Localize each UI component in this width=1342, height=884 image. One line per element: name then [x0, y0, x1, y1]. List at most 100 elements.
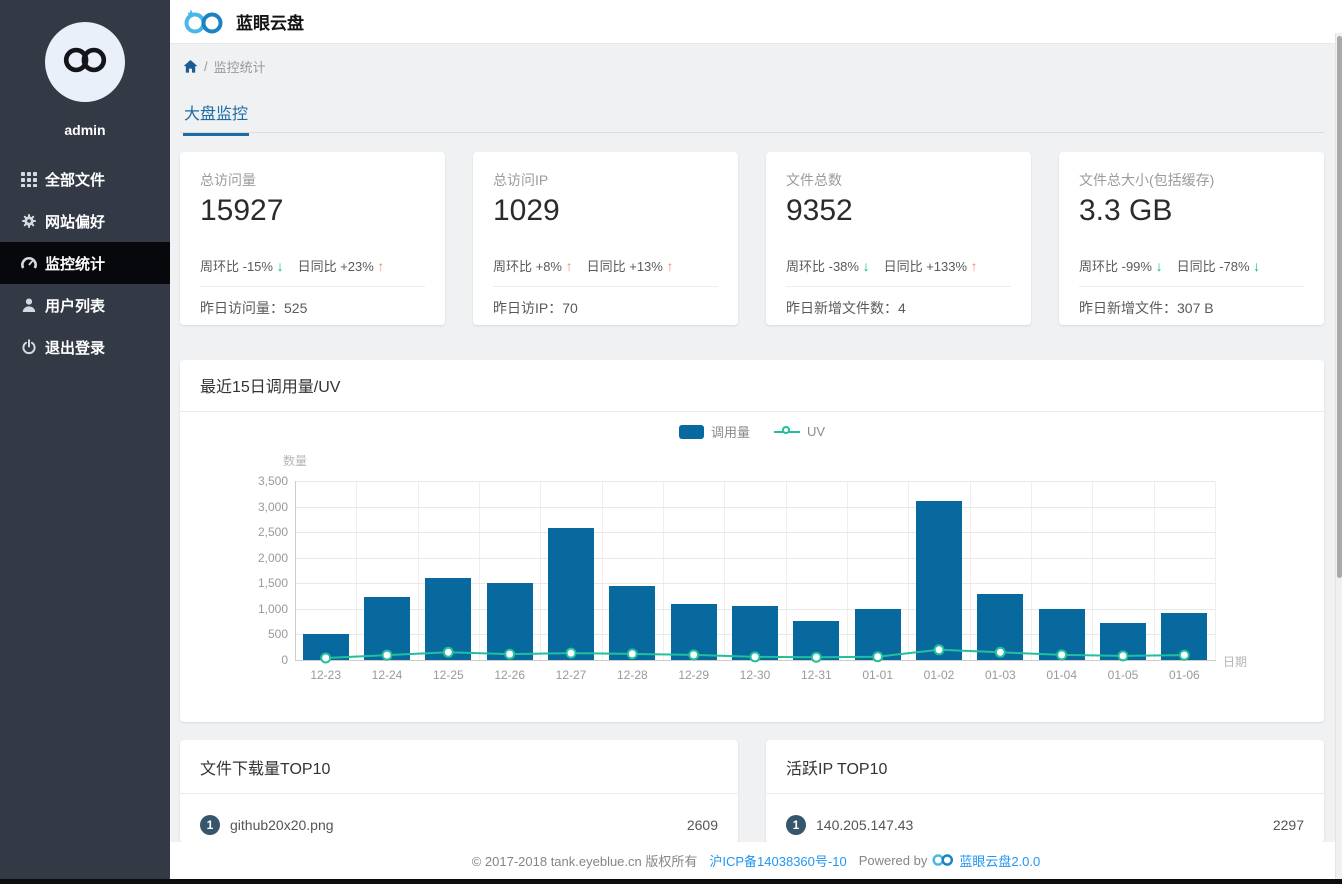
x-tick-label: 12-26 — [494, 668, 526, 682]
stat-card-title: 总访问量 — [200, 172, 256, 188]
window-bottom-edge — [0, 879, 1342, 884]
sidebar-item-monitor-stats[interactable]: 监控统计 — [0, 242, 170, 284]
chart-card: 最近15日调用量/UV 调用量 UV 0 500 1,000 1,500 2,000 2,5… — [180, 360, 1324, 722]
stat-card-value: 3.3 GB — [1079, 194, 1173, 227]
stat-card-footer: 昨日访问量：525 — [200, 300, 308, 316]
top-ips-card: 活跃IP TOP10 1 140.205.147.43 2297 — [766, 740, 1324, 843]
down-arrow-icon: ↓ — [1155, 258, 1163, 274]
sidebar-item-label: 监控统计 — [45, 255, 106, 273]
sidebar-item-label: 全部文件 — [45, 171, 106, 189]
stat-card-deltas: 周环比 -99% ↓ 日同比 -78% ↓ — [1079, 256, 1260, 275]
sidebar-item-logout[interactable]: 退出登录 — [0, 326, 170, 368]
y-tick-label: 1,500 — [257, 576, 288, 591]
up-arrow-icon: ↑ — [377, 258, 385, 274]
stat-card-title: 总访问IP — [493, 172, 549, 188]
stat-card-divider — [493, 286, 718, 287]
top-downloads-card: 文件下载量TOP10 1 github20x20.png 2609 — [180, 740, 738, 843]
stat-card-divider — [200, 286, 425, 287]
sidebar-item-user-list[interactable]: 用户列表 — [0, 284, 170, 326]
x-tick-label: 12-23 — [310, 668, 342, 682]
x-gridline — [1215, 481, 1216, 660]
day-over-day: 日同比 +133% — [883, 259, 971, 274]
stat-card-footer: 昨日新增文件数：4 — [786, 300, 906, 316]
footer-icp-link[interactable]: 沪ICP备14038360号-10 — [709, 851, 846, 870]
y-axis-name: 数量 — [283, 454, 308, 468]
scrollbar-track[interactable] — [1335, 33, 1342, 879]
stat-card-2: 文件总数 9352 周环比 -38% ↓ 日同比 +133% ↑ 昨日新增文件数：4 — [766, 152, 1031, 325]
day-over-day: 日同比 +23% — [297, 259, 378, 274]
sidebar-item-label: 网站偏好 — [45, 213, 106, 231]
stat-card-deltas: 周环比 -38% ↓ 日同比 +133% ↑ — [786, 256, 978, 275]
stat-card-footer: 昨日新增文件：307 B — [1079, 300, 1214, 316]
footer-brand-link[interactable]: 蓝眼云盘2.0.0 — [959, 851, 1040, 870]
day-over-day: 日同比 -78% — [1176, 259, 1254, 274]
stat-card-1: 总访问IP 1029 周环比 +8% ↑ 日同比 +13% ↑ 昨日访IP：70 — [473, 152, 738, 325]
sidebar-item-label: 用户列表 — [45, 297, 106, 315]
up-arrow-icon: ↑ — [565, 258, 573, 274]
stat-cards-row: 总访问量 15927 周环比 -15% ↓ 日同比 +23% ↑ 昨日访问量：525 总访… — [180, 152, 1324, 325]
stat-card-footer: 昨日访IP：70 — [493, 300, 578, 316]
stat-card-deltas: 周环比 +8% ↑ 日同比 +13% ↑ — [493, 256, 673, 275]
y-tick-label: 2,000 — [257, 550, 288, 565]
page-title: 蓝眼云盘 — [236, 14, 304, 33]
down-arrow-icon: ↓ — [276, 258, 284, 274]
y-tick-label: 1,000 — [257, 601, 288, 616]
x-tick-label: 01-06 — [1168, 668, 1200, 682]
gear-icon — [21, 213, 37, 229]
rank-badge: 1 — [200, 815, 220, 835]
download-row-1: 1 github20x20.png 2609 — [180, 796, 738, 843]
breadcrumb: / 监控统计 — [183, 56, 266, 76]
footer: © 2017-2018 tank.eyeblue.cn 版权所有 沪ICP备14… — [170, 842, 1342, 879]
y-tick-label: 2,500 — [257, 525, 288, 540]
download-name: github20x20.png — [230, 817, 334, 833]
scrollbar-thumb[interactable] — [1337, 36, 1342, 578]
stat-card-0: 总访问量 15927 周环比 -15% ↓ 日同比 +23% ↑ 昨日访问量：525 — [180, 152, 445, 325]
tab-divider — [180, 132, 1324, 133]
x-tick-label: 12-27 — [555, 668, 587, 682]
rank-badge: 1 — [786, 815, 806, 835]
app-logo-icon[interactable] — [182, 8, 226, 36]
stat-card-3: 文件总大小(包括缓存) 3.3 GB 周环比 -99% ↓ 日同比 -78% ↓ 昨日新… — [1059, 152, 1324, 325]
sidebar-item-site-preferences[interactable]: 网站偏好 — [0, 200, 170, 242]
active-ip-row-1: 1 140.205.147.43 2297 — [766, 796, 1324, 843]
footer-logo-icon — [931, 852, 955, 870]
active-ip-name: 140.205.147.43 — [816, 817, 914, 833]
x-tick-label: 01-05 — [1107, 668, 1139, 682]
x-tick-label: 12-24 — [371, 668, 403, 682]
sidebar-item-all-files[interactable]: 全部文件 — [0, 158, 170, 200]
week-over-week: 周环比 -99% — [1079, 259, 1156, 274]
y-tick-label: 0 — [281, 653, 288, 667]
avatar[interactable] — [45, 22, 125, 102]
tab-dashboard-monitor[interactable]: 大盘监控 — [183, 100, 250, 136]
footer-powered-by-text: Powered by — [858, 853, 928, 868]
week-over-week: 周环比 -38% — [786, 259, 863, 274]
week-over-week: 周环比 -15% — [200, 259, 277, 274]
stat-card-value: 9352 — [786, 194, 853, 227]
footer-powered-by: Powered by 蓝眼云盘2.0.0 — [859, 851, 1041, 870]
x-axis-name: 日期 — [1223, 655, 1248, 669]
download-value: 2609 — [686, 817, 718, 833]
y-tick-label: 3,000 — [257, 499, 288, 514]
day-over-day: 日同比 +13% — [586, 259, 667, 274]
breadcrumb-separator: / — [204, 58, 208, 74]
stat-card-title: 文件总大小(包括缓存) — [1079, 172, 1215, 188]
home-icon[interactable] — [183, 59, 198, 74]
main-content: / 监控统计 大盘监控 总访问量 15927 周环比 -15% ↓ 日同比 +23% … — [170, 44, 1342, 879]
y-tick-label: 500 — [267, 627, 288, 642]
footer-copyright: © 2017-2018 tank.eyeblue.cn 版权所有 — [471, 854, 698, 869]
user-icon — [21, 297, 37, 313]
up-arrow-icon: ↑ — [970, 258, 978, 274]
dashboard-icon — [21, 255, 37, 271]
x-tick-label: 12-28 — [616, 668, 648, 682]
active-ip-value: 2297 — [1272, 817, 1304, 833]
sidebar-item-label: 退出登录 — [45, 339, 106, 357]
x-tick-label: 12-31 — [800, 668, 832, 682]
x-tick-label: 01-02 — [923, 668, 955, 682]
week-over-week: 周环比 +8% — [493, 259, 566, 274]
chart-plot: 0 500 1,000 1,500 2,000 2,500 3,000 3,500 12-23 1… — [180, 360, 1324, 722]
x-tick-label: 12-30 — [739, 668, 771, 682]
stat-card-value: 15927 — [200, 194, 284, 227]
stat-card-divider — [1079, 286, 1304, 287]
up-arrow-icon: ↑ — [666, 258, 674, 274]
down-arrow-icon: ↓ — [862, 258, 870, 274]
